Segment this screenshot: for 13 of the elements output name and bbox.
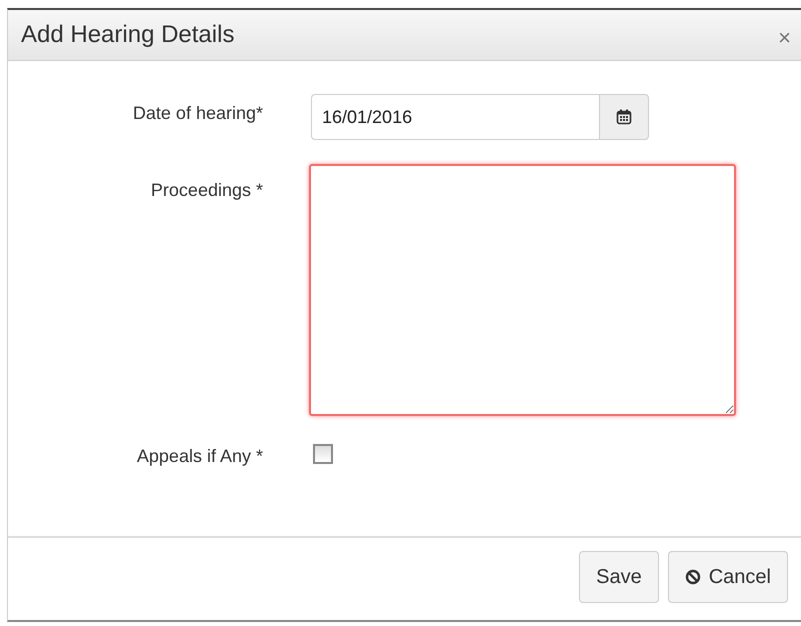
- proceedings-field[interactable]: [309, 164, 736, 416]
- cancel-button[interactable]: Cancel: [668, 551, 788, 603]
- calendar-icon: [616, 109, 632, 125]
- checkbox[interactable]: [313, 444, 333, 464]
- close-button[interactable]: ×: [774, 25, 795, 51]
- field-label: Date of hearing*: [132, 102, 264, 124]
- ban-icon: [684, 569, 701, 585]
- calendar-button[interactable]: [599, 94, 649, 140]
- save-button[interactable]: Save: [579, 551, 659, 603]
- field-label: Appeals if Any *: [136, 445, 264, 467]
- date-field[interactable]: 16/01/2016: [311, 94, 599, 140]
- field-label: Proceedings *: [150, 179, 264, 201]
- dialog-title: Add Hearing Details: [21, 21, 234, 49]
